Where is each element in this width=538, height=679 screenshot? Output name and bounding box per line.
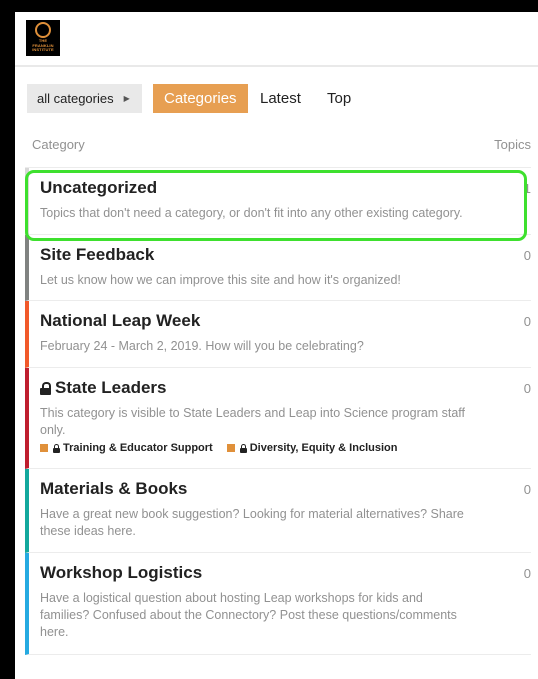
column-header-topics: Topics xyxy=(494,137,531,152)
category-dropdown-label: all categories xyxy=(37,91,114,106)
franklin-institute-logo[interactable]: THE FRANKLIN INSTITUTE xyxy=(26,20,60,56)
topic-count: 0 xyxy=(523,314,531,329)
tab-latest[interactable]: Latest xyxy=(260,84,301,113)
lock-icon xyxy=(40,381,51,395)
tab-top-label: Top xyxy=(327,90,352,107)
logo-line-3: INSTITUTE xyxy=(32,47,54,53)
category-name-text: Materials & Books xyxy=(40,479,188,498)
category-row-uncategorized[interactable]: Uncategorized Topics that don't need a c… xyxy=(25,168,531,235)
category-name-text: National Leap Week xyxy=(40,311,201,330)
lock-icon xyxy=(239,443,247,453)
category-description: February 24 - March 2, 2019. How will yo… xyxy=(40,339,364,353)
category-row-site-feedback[interactable]: Site Feedback Let us know how we can imp… xyxy=(25,235,531,301)
category-name[interactable]: Uncategorized xyxy=(40,178,471,198)
subcategory-diversity[interactable]: Diversity, Equity & Inclusion xyxy=(226,442,398,454)
category-name[interactable]: National Leap Week xyxy=(40,311,471,331)
page: THE FRANKLIN INSTITUTE all categories ▶ … xyxy=(15,12,538,679)
lock-icon xyxy=(53,443,60,453)
subcategory-label: Diversity, Equity & Inclusion xyxy=(249,442,398,454)
subcategory-label: Training & Educator Support xyxy=(63,442,213,454)
category-description: Have a great new book suggestion? Lookin… xyxy=(40,507,464,538)
category-list: Uncategorized Topics that don't need a c… xyxy=(25,167,531,655)
topic-count: 0 xyxy=(523,566,531,581)
site-header: THE FRANKLIN INSTITUTE xyxy=(15,12,538,67)
topic-count: 0 xyxy=(523,381,531,396)
caret-right-icon: ▶ xyxy=(123,94,130,103)
logo-ring-icon xyxy=(35,22,51,38)
category-name-text: State Leaders xyxy=(55,378,167,397)
category-row-workshop-logistics[interactable]: Workshop Logistics Have a logistical que… xyxy=(25,553,531,655)
category-description: This category is visible to State Leader… xyxy=(40,406,466,437)
category-row-materials-books[interactable]: Materials & Books Have a great new book … xyxy=(25,469,531,553)
logo-text: THE FRANKLIN INSTITUTE xyxy=(32,38,54,53)
category-description: Have a logistical question about hosting… xyxy=(40,591,457,639)
category-color-swatch xyxy=(40,444,48,452)
category-description: Topics that don't need a category, or do… xyxy=(40,206,463,220)
category-nav: all categories ▶ Categories Latest Top xyxy=(15,83,538,113)
category-name[interactable]: Workshop Logistics xyxy=(40,563,471,583)
table-header: Category Topics xyxy=(32,137,531,155)
category-name-text: Uncategorized xyxy=(40,178,158,197)
category-dropdown[interactable]: all categories ▶ xyxy=(27,84,142,113)
topic-count: 0 xyxy=(523,248,531,263)
topic-count: 1 xyxy=(523,181,531,196)
category-name[interactable]: Materials & Books xyxy=(40,479,471,499)
tab-categories-label: Categories xyxy=(164,90,237,107)
category-name-text: Workshop Logistics xyxy=(40,563,203,582)
category-description: Let us know how we can improve this site… xyxy=(40,273,401,287)
subcategory-list: Training & Educator Support Diversity, E… xyxy=(40,442,471,454)
category-row-national-leap-week[interactable]: National Leap Week February 24 - March 2… xyxy=(25,301,531,368)
category-row-state-leaders[interactable]: State Leaders This category is visible t… xyxy=(25,368,531,469)
category-name[interactable]: State Leaders xyxy=(40,378,471,398)
subcategory-training[interactable]: Training & Educator Support xyxy=(40,442,213,454)
tab-categories[interactable]: Categories xyxy=(153,84,248,113)
tab-latest-label: Latest xyxy=(260,90,301,107)
category-name[interactable]: Site Feedback xyxy=(40,245,471,265)
column-header-category: Category xyxy=(32,137,85,152)
tab-top[interactable]: Top xyxy=(327,84,351,113)
category-color-swatch xyxy=(226,444,235,452)
topic-count: 0 xyxy=(523,482,531,497)
category-name-text: Site Feedback xyxy=(40,245,155,264)
